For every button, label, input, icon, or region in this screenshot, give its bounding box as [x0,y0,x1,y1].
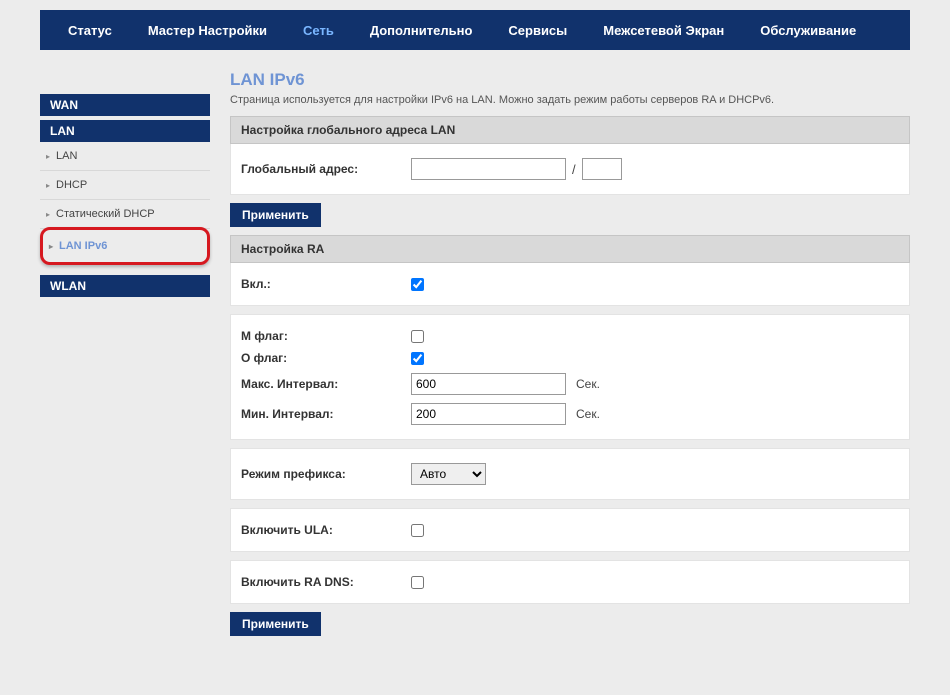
sidebar: WAN LAN LAN DHCP Статический DHCP LAN IP… [40,60,210,644]
content-area: LAN IPv6 Страница используется для настр… [230,60,910,644]
ra-dns-checkbox[interactable] [411,576,424,589]
nav-status[interactable]: Статус [50,10,130,50]
ra-enable-panel: Вкл.: [230,263,910,306]
global-address-panel: Глобальный адрес: / [230,144,910,195]
sidebar-item-lan[interactable]: LAN [40,142,210,171]
min-interval-input[interactable] [411,403,566,425]
m-flag-label: M флаг: [241,329,411,343]
global-address-input[interactable] [411,158,566,180]
page-description: Страница используется для настройки IPv6… [230,94,910,106]
apply-button-2[interactable]: Применить [230,612,321,636]
global-prefix-input[interactable] [582,158,622,180]
sidebar-section-lan[interactable]: LAN [40,120,210,142]
apply-button[interactable]: Применить [230,203,321,227]
ra-enable-label: Вкл.: [241,277,411,291]
ra-enable-checkbox[interactable] [411,278,424,291]
slash-separator: / [572,162,576,177]
ula-label: Включить ULA: [241,523,411,537]
page-title: LAN IPv6 [230,70,910,90]
prefix-mode-select[interactable]: Авто [411,463,486,485]
max-interval-label: Макс. Интервал: [241,377,411,391]
sidebar-item-static-dhcp[interactable]: Статический DHCP [40,200,210,229]
m-flag-checkbox[interactable] [411,330,424,343]
nav-network[interactable]: Сеть [285,10,352,50]
o-flag-checkbox[interactable] [411,352,424,365]
ra-header: Настройка RA [230,235,910,263]
o-flag-label: O флаг: [241,351,411,365]
min-interval-label: Мин. Интервал: [241,407,411,421]
prefix-mode-label: Режим префикса: [241,467,411,481]
top-nav: Статус Мастер Настройки Сеть Дополнитель… [40,10,910,50]
ula-checkbox[interactable] [411,524,424,537]
sidebar-item-lan-ipv6[interactable]: LAN IPv6 [43,232,207,260]
max-interval-input[interactable] [411,373,566,395]
min-interval-unit: Сек. [576,407,600,421]
sidebar-section-wlan[interactable]: WLAN [40,275,210,297]
ra-dns-label: Включить RA DNS: [241,575,411,589]
sidebar-section-wan[interactable]: WAN [40,94,210,116]
nav-firewall[interactable]: Межсетевой Экран [585,10,742,50]
nav-advanced[interactable]: Дополнительно [352,10,491,50]
prefix-mode-panel: Режим префикса: Авто [230,448,910,500]
nav-services[interactable]: Сервисы [490,10,585,50]
highlight-annotation: LAN IPv6 [40,227,210,265]
ula-panel: Включить ULA: [230,508,910,552]
global-address-label: Глобальный адрес: [241,162,411,176]
ra-flags-panel: M флаг: O флаг: Макс. Интервал: Сек. Мин… [230,314,910,440]
nav-maintenance[interactable]: Обслуживание [742,10,874,50]
global-address-header: Настройка глобального адреса LAN [230,116,910,144]
nav-wizard[interactable]: Мастер Настройки [130,10,285,50]
sidebar-item-dhcp[interactable]: DHCP [40,171,210,200]
ra-dns-panel: Включить RA DNS: [230,560,910,604]
max-interval-unit: Сек. [576,377,600,391]
